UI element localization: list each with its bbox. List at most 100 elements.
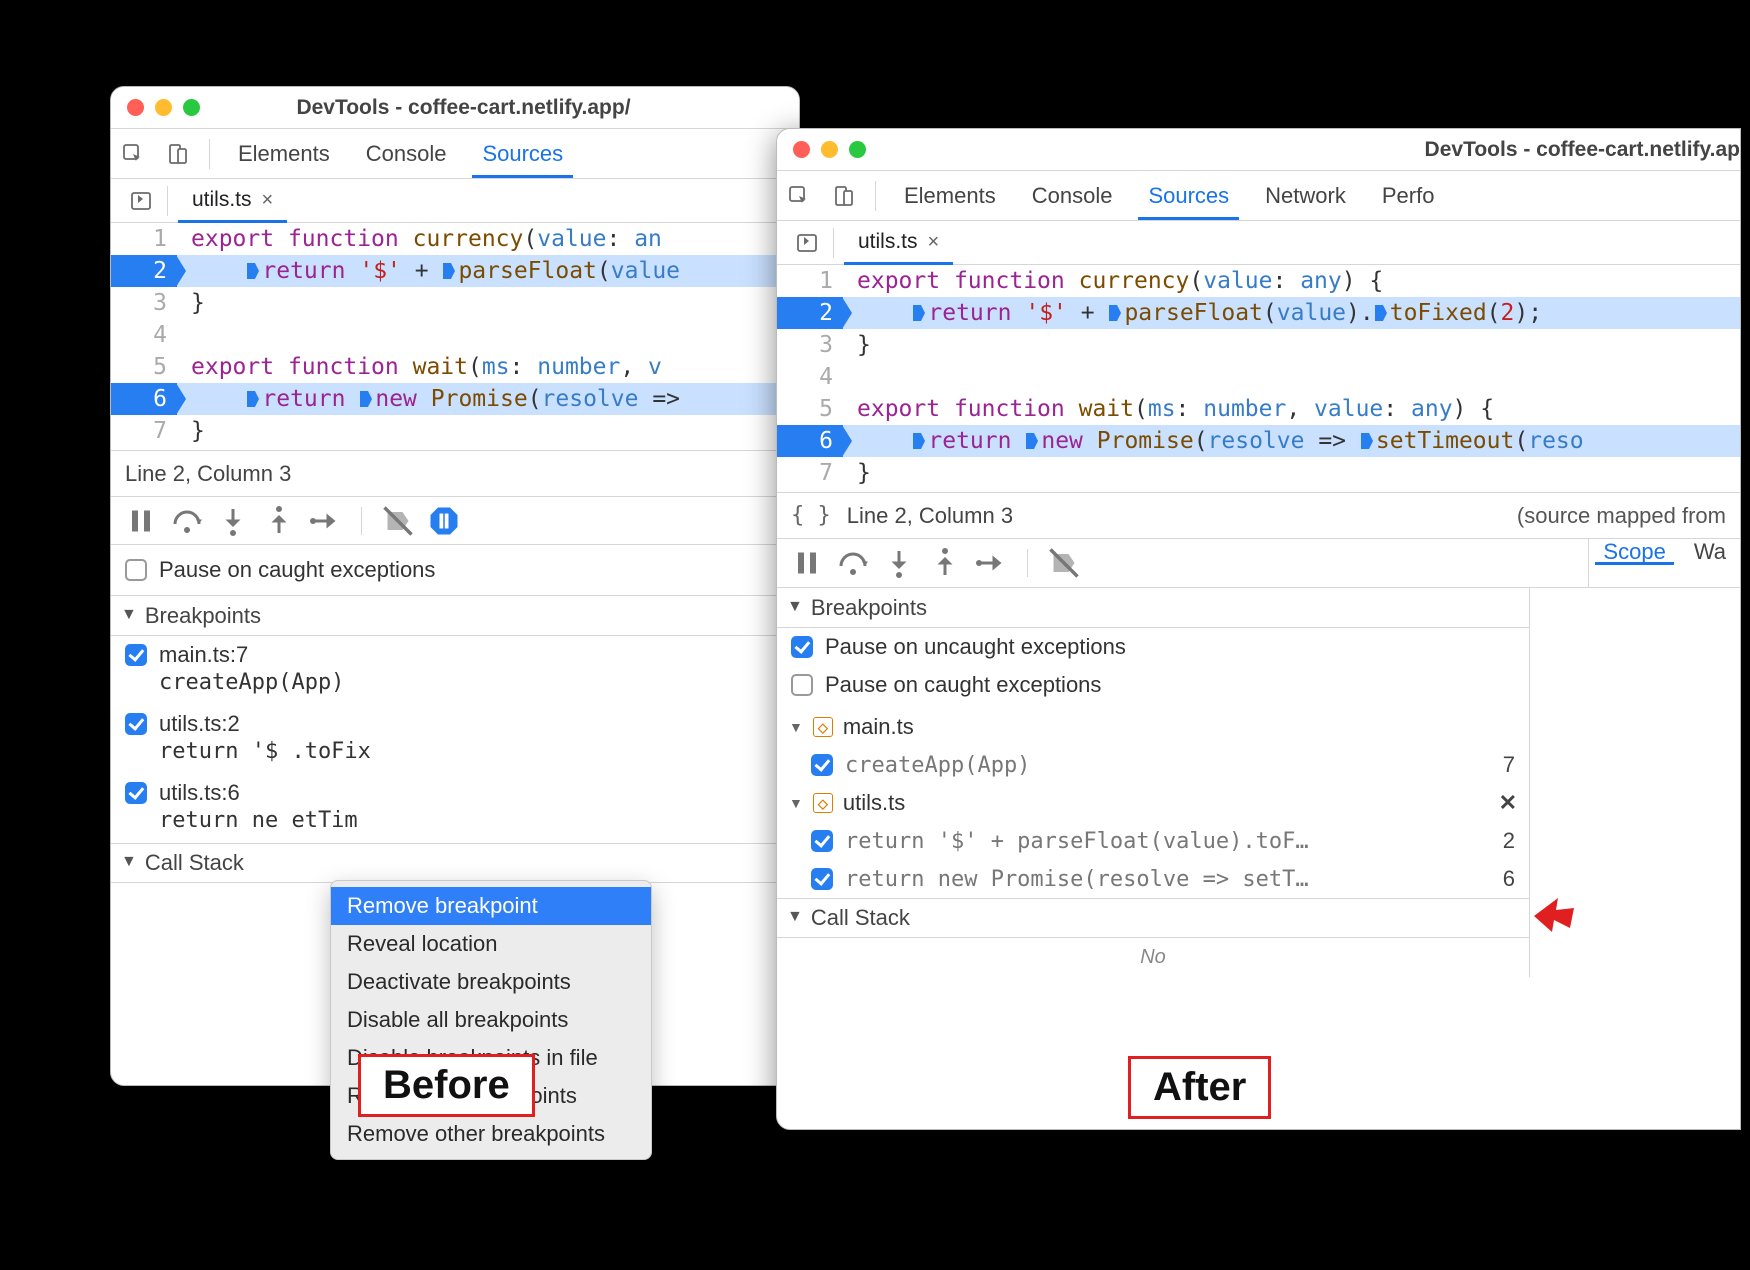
callstack-section-header[interactable]: ▼ Call Stack xyxy=(777,898,1529,938)
pause-resume-icon[interactable] xyxy=(123,505,159,537)
line-number-gutter[interactable]: 1 xyxy=(777,265,843,297)
code-line[interactable]: 7} xyxy=(111,415,799,447)
breakpoint-group-header[interactable]: ▼◇main.ts xyxy=(777,708,1529,746)
code-line[interactable]: 4 xyxy=(777,361,1740,393)
breakpoint-item[interactable]: utils.ts:6return ne etTim xyxy=(111,774,799,843)
inline-breakpoint-marker-icon[interactable] xyxy=(246,390,260,408)
close-window-icon[interactable] xyxy=(793,141,810,158)
line-number-gutter[interactable]: 6 xyxy=(111,383,177,415)
tab-network[interactable]: Network xyxy=(1247,171,1364,220)
deactivate-breakpoints-icon[interactable] xyxy=(380,505,416,537)
device-toolbar-icon[interactable] xyxy=(825,180,861,212)
code-line[interactable]: 6 return new Promise(resolve => setTimeo… xyxy=(777,425,1740,457)
maximize-window-icon[interactable] xyxy=(849,141,866,158)
source-file-tab[interactable]: utils.ts × xyxy=(178,180,287,223)
line-number-gutter[interactable]: 7 xyxy=(111,415,177,447)
source-editor[interactable]: 1export function currency(value: an2 ret… xyxy=(111,223,799,451)
inline-breakpoint-marker-icon[interactable] xyxy=(246,262,260,280)
inline-breakpoint-marker-icon[interactable] xyxy=(912,304,926,322)
tab-sources[interactable]: Sources xyxy=(1130,171,1247,220)
line-number-gutter[interactable]: 1 xyxy=(111,223,177,255)
inline-breakpoint-marker-icon[interactable] xyxy=(1374,304,1388,322)
pause-on-uncaught-row[interactable]: Pause on uncaught exceptions xyxy=(777,628,1529,666)
pause-on-caught-checkbox[interactable] xyxy=(791,674,813,696)
context-menu-item[interactable]: Remove breakpoint xyxy=(331,887,651,925)
breakpoint-item[interactable]: utils.ts:2return '$ .toFix xyxy=(111,705,799,774)
breakpoint-checkbox[interactable] xyxy=(811,868,833,890)
breakpoints-section-header[interactable]: ▼ Breakpoints xyxy=(111,596,799,636)
breakpoint-item[interactable]: return '$' + parseFloat(value).toF…2 xyxy=(777,822,1529,860)
breakpoint-item[interactable]: main.ts:7createApp(App) xyxy=(111,636,799,705)
window-traffic-lights[interactable] xyxy=(777,141,882,158)
remove-breakpoint-group-icon[interactable]: ✕ xyxy=(1499,790,1517,816)
breakpoints-section-header[interactable]: ▼ Breakpoints xyxy=(777,588,1529,628)
code-line[interactable]: 1export function currency(value: an xyxy=(111,223,799,255)
line-number-gutter[interactable]: 3 xyxy=(111,287,177,319)
source-editor[interactable]: 1export function currency(value: any) {2… xyxy=(777,265,1740,493)
close-tab-icon[interactable]: × xyxy=(928,232,940,252)
minimize-window-icon[interactable] xyxy=(155,99,172,116)
line-number-gutter[interactable]: 2 xyxy=(777,297,843,329)
code-line[interactable]: 1export function currency(value: any) { xyxy=(777,265,1740,297)
step-into-icon[interactable] xyxy=(215,505,251,537)
breakpoint-checkbox[interactable] xyxy=(125,782,147,804)
context-menu-item[interactable]: Deactivate breakpoints xyxy=(331,963,651,1001)
pause-on-uncaught-checkbox[interactable] xyxy=(791,636,813,658)
code-line[interactable]: 6 return new Promise(resolve => xyxy=(111,383,799,415)
step-icon[interactable] xyxy=(973,547,1009,579)
inline-breakpoint-marker-icon[interactable] xyxy=(1108,304,1122,322)
breakpoint-item[interactable]: return new Promise(resolve => setT…6 xyxy=(777,860,1529,898)
close-window-icon[interactable] xyxy=(127,99,144,116)
inline-breakpoint-marker-icon[interactable] xyxy=(1025,432,1039,450)
show-navigator-icon[interactable] xyxy=(121,186,161,216)
step-out-icon[interactable] xyxy=(927,547,963,579)
line-number-gutter[interactable]: 6 xyxy=(777,425,843,457)
code-line[interactable]: 2 return '$' + parseFloat(value xyxy=(111,255,799,287)
deactivate-breakpoints-icon[interactable] xyxy=(1046,547,1082,579)
pause-resume-icon[interactable] xyxy=(789,547,825,579)
inspect-element-icon[interactable] xyxy=(781,180,817,212)
tab-elements[interactable]: Elements xyxy=(220,129,348,178)
code-line[interactable]: 5export function wait(ms: number, value:… xyxy=(777,393,1740,425)
tab-elements[interactable]: Elements xyxy=(886,171,1014,220)
line-number-gutter[interactable]: 5 xyxy=(777,393,843,425)
step-into-icon[interactable] xyxy=(881,547,917,579)
tab-console[interactable]: Console xyxy=(348,129,465,178)
context-menu-item[interactable]: Disable all breakpoints xyxy=(331,1001,651,1039)
pause-on-caught-row[interactable]: Pause on caught exceptions xyxy=(777,666,1529,708)
code-line[interactable]: 5export function wait(ms: number, v xyxy=(111,351,799,383)
breakpoint-checkbox[interactable] xyxy=(811,830,833,852)
pause-on-caught-checkbox[interactable] xyxy=(125,559,147,581)
minimize-window-icon[interactable] xyxy=(821,141,838,158)
device-toolbar-icon[interactable] xyxy=(159,138,195,170)
line-number-gutter[interactable]: 2 xyxy=(111,255,177,287)
tab-sources[interactable]: Sources xyxy=(464,129,581,178)
source-file-tab[interactable]: utils.ts × xyxy=(844,222,953,265)
inline-breakpoint-marker-icon[interactable] xyxy=(442,262,456,280)
step-icon[interactable] xyxy=(307,505,343,537)
context-menu-item[interactable]: Remove other breakpoints xyxy=(331,1115,651,1153)
step-over-icon[interactable] xyxy=(835,547,871,579)
tab-perfo[interactable]: Perfo xyxy=(1364,171,1453,220)
code-line[interactable]: 2 return '$' + parseFloat(value).toFixed… xyxy=(777,297,1740,329)
step-out-icon[interactable] xyxy=(261,505,297,537)
breakpoint-item[interactable]: createApp(App)7 xyxy=(777,746,1529,784)
code-line[interactable]: 3} xyxy=(111,287,799,319)
line-number-gutter[interactable]: 4 xyxy=(777,361,843,393)
breakpoint-group-header[interactable]: ▼◇utils.ts✕ xyxy=(777,784,1529,822)
tab-scope[interactable]: Scope xyxy=(1589,539,1679,565)
callstack-section-header[interactable]: ▼ Call Stack xyxy=(111,843,799,883)
tab-console[interactable]: Console xyxy=(1014,171,1131,220)
inline-breakpoint-marker-icon[interactable] xyxy=(1360,432,1374,450)
line-number-gutter[interactable]: 3 xyxy=(777,329,843,361)
breakpoint-checkbox[interactable] xyxy=(811,754,833,776)
breakpoint-checkbox[interactable] xyxy=(125,713,147,735)
window-traffic-lights[interactable] xyxy=(111,99,216,116)
close-tab-icon[interactable]: × xyxy=(262,190,274,210)
breakpoint-checkbox[interactable] xyxy=(125,644,147,666)
code-line[interactable]: 4 xyxy=(111,319,799,351)
code-line[interactable]: 7} xyxy=(777,457,1740,489)
pause-on-caught-row[interactable]: Pause on caught exceptions xyxy=(111,545,799,596)
inline-breakpoint-marker-icon[interactable] xyxy=(359,390,373,408)
show-navigator-icon[interactable] xyxy=(787,228,827,258)
